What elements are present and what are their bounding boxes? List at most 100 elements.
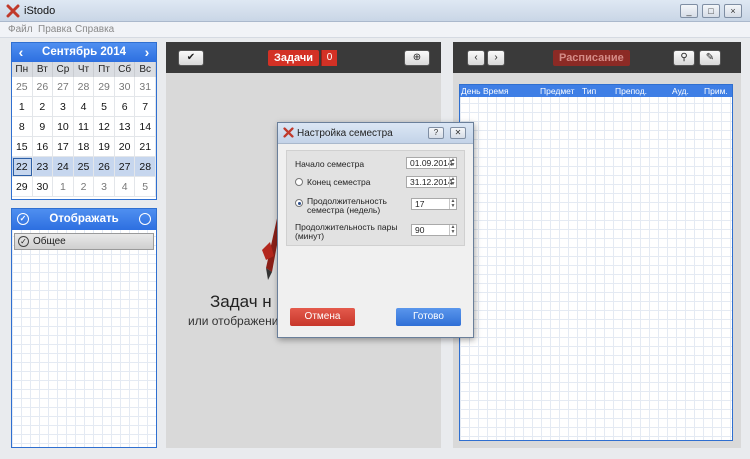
maximize-button[interactable]: □ <box>702 4 720 18</box>
dialog-help-button[interactable]: ? <box>428 127 444 139</box>
semester-duration-radio[interactable] <box>295 199 303 207</box>
schedule-table-header: День Время Предмет Тип Препод. Ауд. Прим… <box>460 85 732 97</box>
calendar-day[interactable]: 3 <box>94 177 115 197</box>
calendar-day[interactable]: 24 <box>53 157 74 177</box>
calendar-day[interactable]: 26 <box>32 77 54 97</box>
dialog-form: Начало семестра 01.09.2014 ▲ ▼ Конец семе… <box>286 150 465 246</box>
lesson-duration-field[interactable]: 90 ▲ ▼ <box>411 224 457 236</box>
menu-edit[interactable]: Правка <box>38 24 72 35</box>
dialog-title: Настройка семестра <box>297 128 393 139</box>
calendar-day[interactable]: 20 <box>114 137 136 157</box>
minimize-button[interactable]: _ <box>680 4 698 18</box>
plus-circle-icon: ⊕ <box>412 52 422 63</box>
map-pin-icon: ⚲ <box>680 52 688 63</box>
window-title: iStodo <box>24 5 56 17</box>
schedule-table: День Время Предмет Тип Препод. Ауд. Прим… <box>459 84 733 441</box>
calendar-day[interactable]: 9 <box>32 117 54 137</box>
done-button[interactable]: Готово <box>396 308 461 326</box>
spin-arrows-icon[interactable]: ▲ ▼ <box>449 158 456 168</box>
cancel-button[interactable]: Отмена <box>290 308 355 326</box>
calendar-day[interactable]: 11 <box>73 117 95 137</box>
calendar-day-today[interactable]: 22 <box>12 157 33 177</box>
calendar-day[interactable]: 17 <box>53 137 74 157</box>
schedule-title: Расписание <box>553 50 630 66</box>
calendar-day[interactable]: 25 <box>73 157 95 177</box>
calendar-day[interactable]: 5 <box>135 177 156 197</box>
semester-end-radio[interactable] <box>295 178 303 186</box>
column-teacher[interactable]: Препод. <box>615 85 647 97</box>
calendar-day[interactable]: 15 <box>12 137 33 157</box>
calendar-day[interactable]: 1 <box>53 177 74 197</box>
calendar-day[interactable]: 4 <box>73 97 95 117</box>
weekday-label: Сб <box>114 62 136 77</box>
calendar-day[interactable]: 4 <box>114 177 136 197</box>
calendar-day[interactable]: 16 <box>32 137 54 157</box>
weekday-label: Вт <box>32 62 54 77</box>
semester-end-value: 31.12.2014 <box>410 177 453 187</box>
calendar-day[interactable]: 26 <box>94 157 115 177</box>
spin-arrows-icon[interactable]: ▲ ▼ <box>449 177 456 187</box>
calendar-day[interactable]: 31 <box>135 77 156 97</box>
calendar-day[interactable]: 10 <box>53 117 74 137</box>
edit-schedule-button[interactable]: ✎ <box>699 50 721 66</box>
calendar-day[interactable]: 28 <box>73 77 95 97</box>
schedule-prev-button[interactable]: ‹ <box>467 50 485 66</box>
schedule-next-button[interactable]: › <box>487 50 505 66</box>
calendar-day[interactable]: 7 <box>135 97 156 117</box>
tasks-title: Задачи <box>268 50 319 66</box>
weekday-label: Вс <box>135 62 156 77</box>
lesson-duration-label-line2: (минут) <box>295 231 325 241</box>
calendar-grid: Пн Вт Ср Чт Пт Сб Вс 25 26 27 28 29 30 3… <box>12 62 156 197</box>
prev-month-button[interactable]: ‹ <box>13 43 29 62</box>
semester-start-field[interactable]: 01.09.2014 ▲ ▼ <box>406 157 457 169</box>
calendar-day[interactable]: 27 <box>114 157 136 177</box>
chevron-right-icon: › <box>494 52 498 63</box>
complete-task-button[interactable]: ✔ <box>178 50 204 66</box>
tasks-toolbar: ✔ Задачи 0 ⊕ <box>166 42 441 73</box>
calendar-day[interactable]: 28 <box>135 157 156 177</box>
add-task-button[interactable]: ⊕ <box>404 50 430 66</box>
calendar-day[interactable]: 19 <box>94 137 115 157</box>
calendar-day[interactable]: 8 <box>12 117 33 137</box>
calendar-day[interactable]: 27 <box>53 77 74 97</box>
weekday-label: Ср <box>53 62 74 77</box>
spin-arrows-icon[interactable]: ▲ ▼ <box>449 225 456 235</box>
menu-file[interactable]: Файл <box>8 24 33 35</box>
calendar-day[interactable]: 1 <box>12 97 33 117</box>
calendar-day[interactable]: 12 <box>94 117 115 137</box>
calendar-day[interactable]: 3 <box>53 97 74 117</box>
column-time[interactable]: Время <box>483 85 509 97</box>
uncheck-all-icon[interactable] <box>139 213 151 225</box>
tasks-count-badge: 0 <box>321 50 337 66</box>
check-all-icon[interactable]: ✓ <box>17 213 29 225</box>
calendar-day[interactable]: 13 <box>114 117 136 137</box>
calendar-day[interactable]: 2 <box>32 97 54 117</box>
calendar-day[interactable]: 14 <box>135 117 156 137</box>
close-button[interactable]: × <box>724 4 742 18</box>
semester-duration-field[interactable]: 17 ▲ ▼ <box>411 198 457 210</box>
calendar-day[interactable]: 2 <box>73 177 95 197</box>
next-month-button[interactable]: › <box>139 43 155 62</box>
column-room[interactable]: Ауд. <box>672 85 689 97</box>
display-item[interactable]: ✓ Общее <box>14 233 154 250</box>
column-note[interactable]: Прим. <box>704 85 728 97</box>
location-button[interactable]: ⚲ <box>673 50 695 66</box>
column-type[interactable]: Тип <box>582 85 596 97</box>
calendar-day[interactable]: 29 <box>94 77 115 97</box>
calendar-day[interactable]: 18 <box>73 137 95 157</box>
semester-start-value: 01.09.2014 <box>410 158 453 168</box>
dialog-close-button[interactable]: ✕ <box>450 127 466 139</box>
calendar-day[interactable]: 5 <box>94 97 115 117</box>
menu-help[interactable]: Справка <box>75 24 114 35</box>
spin-arrows-icon[interactable]: ▲ ▼ <box>449 199 456 209</box>
calendar-day[interactable]: 23 <box>32 157 54 177</box>
calendar-day[interactable]: 29 <box>12 177 33 197</box>
calendar-day[interactable]: 30 <box>32 177 54 197</box>
semester-end-field[interactable]: 31.12.2014 ▲ ▼ <box>406 176 457 188</box>
column-day[interactable]: День <box>461 85 481 97</box>
calendar-day[interactable]: 30 <box>114 77 136 97</box>
column-subject[interactable]: Предмет <box>540 85 575 97</box>
calendar-day[interactable]: 21 <box>135 137 156 157</box>
calendar-day[interactable]: 6 <box>114 97 136 117</box>
calendar-day[interactable]: 25 <box>12 77 33 97</box>
